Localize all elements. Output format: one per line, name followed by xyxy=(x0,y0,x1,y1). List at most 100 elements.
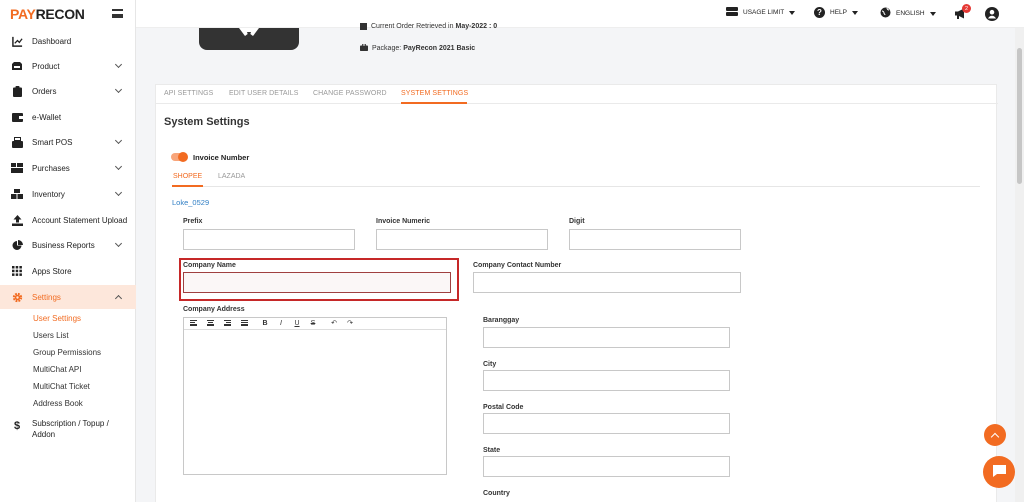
chart-icon xyxy=(11,35,23,47)
sidebar-item-product[interactable]: Product xyxy=(0,54,136,78)
prefix-input[interactable] xyxy=(183,229,355,250)
scrollbar-thumb[interactable] xyxy=(1017,48,1022,184)
align-center-icon[interactable] xyxy=(207,320,214,327)
sidebar-item-label: Account Statement Upload xyxy=(32,215,128,225)
invoice-number-toggle[interactable] xyxy=(171,152,188,162)
underline-icon[interactable]: U xyxy=(293,320,301,328)
sidebar-item-account-statement-upload[interactable]: Account Statement Upload xyxy=(0,208,136,232)
subtab-lazada[interactable]: LAZADA xyxy=(218,173,245,180)
chat-bubble-icon xyxy=(992,464,1007,480)
server-icon xyxy=(726,7,738,18)
sidebar-item-label: Inventory xyxy=(32,189,65,199)
chevron-down-icon xyxy=(114,60,123,69)
clipboard-icon xyxy=(11,85,23,97)
postal-code-label: Postal Code xyxy=(483,404,524,411)
marketplace-tabs: SHOPEE LAZADA xyxy=(172,171,980,187)
sidebar-item-orders[interactable]: Orders xyxy=(0,79,136,103)
company-address-editor[interactable]: B I U S ↶ ↷ xyxy=(183,317,447,475)
prefix-label: Prefix xyxy=(183,218,203,225)
sidebar-subitem-users-list[interactable]: Users List xyxy=(33,331,69,340)
sidebar-item-dashboard[interactable]: Dashboard xyxy=(0,29,136,53)
align-justify-icon[interactable] xyxy=(241,320,248,327)
bold-icon[interactable]: B xyxy=(261,320,269,328)
chevron-down-icon xyxy=(114,85,123,94)
profile-avatar xyxy=(199,28,299,50)
chevron-up-icon xyxy=(114,294,123,303)
help-menu[interactable]: ? HELP xyxy=(814,7,858,18)
subtab-active-indicator xyxy=(172,185,203,187)
editor-toolbar: B I U S ↶ ↷ xyxy=(184,318,446,330)
city-input[interactable] xyxy=(483,370,730,391)
chat-button[interactable] xyxy=(983,456,1015,488)
state-input[interactable] xyxy=(483,456,730,477)
upload-icon xyxy=(11,214,23,226)
notification-button[interactable]: 2 xyxy=(955,4,971,21)
tab-change-password[interactable]: CHANGE PASSWORD xyxy=(313,90,387,97)
sidebar-item-label: Apps Store xyxy=(32,266,72,276)
company-contact-input[interactable] xyxy=(473,272,741,293)
barangay-input[interactable] xyxy=(483,327,730,348)
tab-system-settings[interactable]: SYSTEM SETTINGS xyxy=(401,90,468,97)
language-menu[interactable]: ENGLISH xyxy=(880,7,936,20)
invoice-numeric-input[interactable] xyxy=(376,229,548,250)
scroll-to-top-button[interactable] xyxy=(984,424,1006,446)
align-left-icon[interactable] xyxy=(190,320,197,327)
caret-down-icon xyxy=(851,10,858,15)
sidebar-item-label: Product xyxy=(32,61,60,71)
sidebar-item-subscription[interactable]: $ Subscription / Topup / Addon xyxy=(0,414,136,442)
sidebar-item-label: Smart POS xyxy=(32,137,73,147)
calendar-icon xyxy=(360,23,367,30)
sidebar-subitem-user-settings[interactable]: User Settings xyxy=(33,314,81,323)
globe-icon xyxy=(880,7,891,20)
sidebar-subitem-address-book[interactable]: Address Book xyxy=(33,399,83,408)
cart-icon xyxy=(11,162,23,174)
briefcase-icon xyxy=(360,43,368,53)
sidebar-item-settings[interactable]: Settings xyxy=(0,285,136,309)
sidebar-item-e-wallet[interactable]: e-Wallet xyxy=(0,105,136,129)
undo-icon[interactable]: ↶ xyxy=(330,320,338,328)
chevron-down-icon xyxy=(114,136,123,145)
company-name-input[interactable] xyxy=(183,272,451,293)
italic-icon[interactable]: I xyxy=(277,320,285,328)
gear-icon xyxy=(11,291,23,303)
logo-text: PAYRECON xyxy=(10,6,85,22)
sidebar-subitem-multichat-api[interactable]: MultiChat API xyxy=(33,365,81,374)
shop-name-link[interactable]: Loke_0529 xyxy=(172,198,209,207)
dollar-icon: $ xyxy=(13,420,21,432)
sidebar: PAYRECON Dashboard Product Orders e-Wall… xyxy=(0,0,136,502)
sidebar-item-business-reports[interactable]: Business Reports xyxy=(0,233,136,257)
align-right-icon[interactable] xyxy=(224,320,231,327)
company-address-label: Company Address xyxy=(183,306,245,313)
user-account-button[interactable] xyxy=(985,7,999,23)
tab-edit-user-details[interactable]: EDIT USER DETAILS xyxy=(229,90,299,97)
chevron-down-icon xyxy=(114,188,123,197)
pie-chart-icon xyxy=(11,239,23,251)
caret-down-icon xyxy=(929,11,936,16)
pos-icon xyxy=(11,136,23,148)
company-contact-label: Company Contact Number xyxy=(473,262,562,269)
digit-input[interactable] xyxy=(569,229,741,250)
sidebar-item-purchases[interactable]: Purchases xyxy=(0,156,136,180)
city-label: City xyxy=(483,361,497,368)
sidebar-subitem-multichat-ticket[interactable]: MultiChat Ticket xyxy=(33,382,90,391)
sidebar-item-apps-store[interactable]: Apps Store xyxy=(0,259,136,283)
redo-icon[interactable]: ↷ xyxy=(346,320,354,328)
sidebar-item-label: Purchases xyxy=(32,163,70,173)
subtab-shopee[interactable]: SHOPEE xyxy=(173,173,202,180)
sidebar-item-smart-pos[interactable]: Smart POS xyxy=(0,130,136,154)
box-icon xyxy=(11,60,23,72)
tab-api-settings[interactable]: API SETTINGS xyxy=(164,90,213,97)
hamburger-menu-icon[interactable] xyxy=(112,9,123,18)
strikethrough-icon[interactable]: S xyxy=(309,320,317,328)
usage-limit-menu[interactable]: USAGE LIMIT xyxy=(726,7,796,18)
company-name-label: Company Name xyxy=(183,262,236,269)
caret-down-icon xyxy=(789,10,796,15)
sidebar-item-label: Orders xyxy=(32,86,57,96)
barangay-label: Baranggay xyxy=(483,317,520,324)
notification-badge: 2 xyxy=(962,4,971,13)
postal-code-input[interactable] xyxy=(483,413,730,434)
sidebar-item-label: Business Reports xyxy=(32,240,95,250)
chevron-down-icon xyxy=(114,239,123,248)
sidebar-item-inventory[interactable]: Inventory xyxy=(0,182,136,206)
sidebar-subitem-group-permissions[interactable]: Group Permissions xyxy=(33,348,101,357)
